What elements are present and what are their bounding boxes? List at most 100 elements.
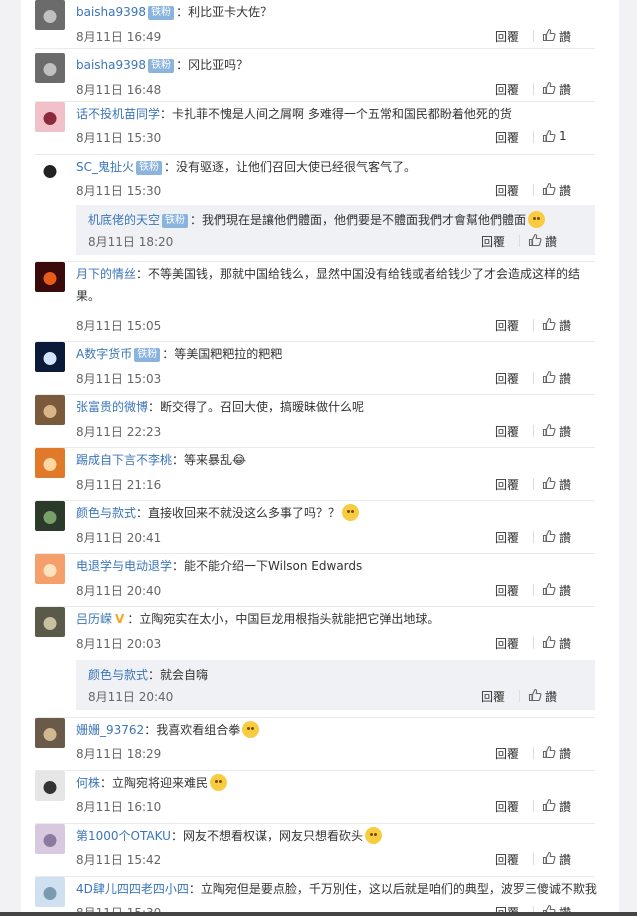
- comment-username[interactable]: baisha9398: [76, 5, 146, 19]
- comment-text: ：利比亚卡大佐？: [176, 5, 273, 19]
- like-button[interactable]: 讚: [559, 798, 571, 815]
- reply-button[interactable]: 回覆: [495, 851, 519, 868]
- comment-username[interactable]: 第1000个OTAKU: [76, 829, 171, 843]
- avatar[interactable]: [35, 53, 65, 83]
- thumbs-up-icon[interactable]: [542, 182, 556, 196]
- avatar[interactable]: [35, 607, 65, 637]
- like-button[interactable]: 讚: [559, 81, 571, 98]
- comment-username[interactable]: 电退学与电动退学: [76, 559, 172, 573]
- like-button[interactable]: 讚: [545, 688, 557, 705]
- thumbs-up-icon[interactable]: [542, 317, 556, 331]
- comment-username[interactable]: 吕历嵘: [76, 612, 112, 626]
- comment-time: 8月11日 20:03: [76, 637, 162, 651]
- avatar[interactable]: [35, 771, 65, 801]
- reply-button[interactable]: 回覆: [495, 28, 519, 45]
- thumbs-up-icon[interactable]: [542, 851, 556, 865]
- comment-item: 电退学与电动退学：能不能介绍一下Wilson Edwards 8月11日 20:4…: [21, 554, 619, 607]
- thumbs-up-icon[interactable]: [528, 233, 542, 247]
- like-button[interactable]: 讚: [559, 582, 571, 599]
- avatar[interactable]: [35, 501, 65, 531]
- comment-username[interactable]: 话不投机苗同学: [76, 107, 160, 121]
- avatar[interactable]: [35, 102, 65, 132]
- comment-username[interactable]: 踢成自下言不李桃: [76, 453, 172, 467]
- reply-button[interactable]: 回覆: [495, 370, 519, 387]
- comment-line: 姗姗_93762：我喜欢看组合拳: [76, 719, 595, 741]
- reply-button[interactable]: 回覆: [495, 635, 519, 652]
- like-button[interactable]: 1: [559, 129, 567, 143]
- avatar[interactable]: [35, 824, 65, 854]
- avatar[interactable]: [35, 262, 65, 292]
- comment-username[interactable]: 颜色与款式: [76, 506, 136, 520]
- avatar[interactable]: [35, 448, 65, 478]
- like-button[interactable]: 讚: [559, 529, 571, 546]
- comment-text: ：立陶宛但是要点脸，千万別住，这以后就是咱们的典型，波罗三傻诚不欺我: [188, 882, 597, 896]
- emoji-icon: [210, 774, 228, 791]
- comment-username[interactable]: SC_鬼扯火: [76, 160, 134, 174]
- comment-item: 话不投机苗同学：卡扎菲不愧是人间之屑啊 多难得一个五常和国民都盼着他死的货 8月1…: [21, 102, 619, 155]
- like-button[interactable]: 讚: [559, 745, 571, 762]
- comment-username[interactable]: baisha9398: [76, 58, 146, 72]
- action-divider: [533, 425, 534, 437]
- avatar[interactable]: [35, 395, 65, 425]
- reply-button[interactable]: 回覆: [495, 582, 519, 599]
- thumbs-up-icon[interactable]: [542, 635, 556, 649]
- comment-username[interactable]: A数字货币: [76, 347, 132, 361]
- like-button[interactable]: 讚: [559, 851, 571, 868]
- reply-button[interactable]: 回覆: [495, 182, 519, 199]
- thumbs-up-icon[interactable]: [542, 370, 556, 384]
- comment-actions: 回覆 讚: [495, 745, 595, 763]
- reply-button[interactable]: 回覆: [495, 423, 519, 440]
- avatar[interactable]: [35, 342, 65, 372]
- comment-username[interactable]: 颜色与款式: [88, 668, 148, 682]
- like-button[interactable]: 讚: [559, 28, 571, 45]
- thumbs-up-icon[interactable]: [542, 129, 556, 143]
- thumbs-up-icon[interactable]: [542, 582, 556, 596]
- avatar[interactable]: [35, 877, 65, 907]
- action-divider: [533, 184, 534, 196]
- comment-username[interactable]: 何株: [76, 776, 100, 790]
- reply-button[interactable]: 回覆: [495, 81, 519, 98]
- comment-username[interactable]: 张富贵的微博: [76, 400, 148, 414]
- like-button[interactable]: 讚: [559, 317, 571, 334]
- avatar[interactable]: [35, 554, 65, 584]
- like-button[interactable]: 讚: [559, 476, 571, 493]
- comment-item: 姗姗_93762：我喜欢看组合拳 8月11日 18:29 回覆 讚: [21, 718, 619, 771]
- like-button[interactable]: 讚: [559, 423, 571, 440]
- thumbs-up-icon[interactable]: [542, 28, 556, 42]
- like-button[interactable]: 讚: [545, 233, 557, 250]
- comment-item: 张富贵的微博：断交得了。召回大使，搞暧昧做什么呢 8月11日 22:23 回覆 讚: [21, 395, 619, 448]
- thumbs-up-icon[interactable]: [528, 688, 542, 702]
- thumbs-up-icon[interactable]: [542, 798, 556, 812]
- reply-button[interactable]: 回覆: [495, 317, 519, 334]
- emoji-icon: [242, 721, 260, 738]
- emoji-icon: [364, 827, 382, 844]
- thumbs-up-icon[interactable]: [542, 529, 556, 543]
- thumbs-up-icon[interactable]: [542, 81, 556, 95]
- reply-button[interactable]: 回覆: [495, 745, 519, 762]
- fan-badge: 铁粉: [162, 214, 189, 228]
- thumbs-up-icon[interactable]: [542, 423, 556, 437]
- comment-username[interactable]: 月下的情丝: [76, 267, 136, 281]
- reply-button[interactable]: 回覆: [481, 688, 505, 705]
- avatar[interactable]: [35, 155, 65, 185]
- reply-button[interactable]: 回覆: [481, 233, 505, 250]
- comment-username[interactable]: 机底佬的天空: [88, 213, 160, 227]
- reply-button[interactable]: 回覆: [495, 476, 519, 493]
- reply-button[interactable]: 回覆: [495, 798, 519, 815]
- avatar[interactable]: [35, 0, 65, 30]
- thumbs-up-icon[interactable]: [542, 476, 556, 490]
- comment-username[interactable]: 姗姗_93762: [76, 723, 144, 737]
- like-button[interactable]: 讚: [559, 635, 571, 652]
- comment-username[interactable]: 4D肆儿四四老四小四: [76, 882, 189, 896]
- reply-button[interactable]: 回覆: [495, 529, 519, 546]
- like-button[interactable]: 讚: [559, 182, 571, 199]
- action-divider: [533, 83, 534, 95]
- thumbs-up-icon[interactable]: [542, 745, 556, 759]
- avatar[interactable]: [35, 718, 65, 748]
- like-button[interactable]: 讚: [559, 370, 571, 387]
- comment-line: 何株：立陶宛将迎来难民: [76, 772, 595, 794]
- reply-button[interactable]: 回覆: [495, 129, 519, 146]
- comment-text: ：网友不想看权谋，网友只想看砍头: [170, 829, 363, 843]
- action-divider: [533, 800, 534, 812]
- comment-item: 4D肆儿四四老四小四：立陶宛但是要点脸，千万別住，这以后就是咱们的典型，波罗三傻…: [21, 877, 619, 916]
